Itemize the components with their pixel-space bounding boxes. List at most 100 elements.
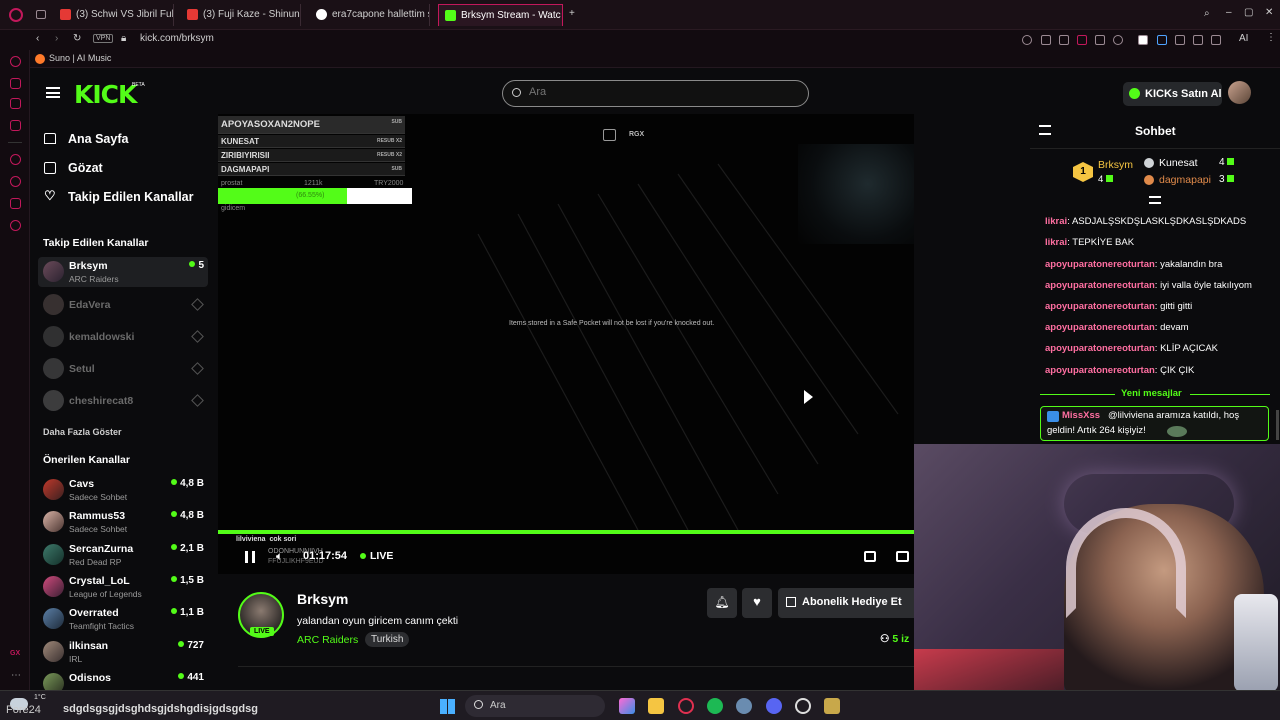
pause-button[interactable]	[245, 551, 255, 563]
zoom-icon[interactable]	[1022, 35, 1032, 45]
browser-tab-4-active[interactable]: Brksym Stream - Watc	[438, 4, 563, 26]
popout-icon[interactable]	[603, 129, 616, 141]
home-icon	[44, 133, 56, 144]
recommended-channel-cavs[interactable]: Cavs Sadece Sohbet 4,8 B	[38, 475, 208, 505]
extension-2-icon[interactable]	[1157, 35, 1167, 45]
taskbar-search[interactable]: Ara	[465, 695, 605, 717]
recommended-channel-ilkinsan[interactable]: ilkinsan IRL 727	[38, 637, 208, 667]
expand-gifters-icon[interactable]	[1149, 196, 1161, 204]
followed-channel-cheshirecat8[interactable]: cheshirecat8	[38, 386, 208, 416]
followed-channel-kemaldowski[interactable]: kemaldowski	[38, 322, 208, 352]
back-icon[interactable]: ‹	[36, 33, 39, 44]
sidebar-gx-icon[interactable]: GX	[10, 650, 20, 657]
follow-heart-button[interactable]: ♥	[742, 588, 772, 618]
avatar	[43, 608, 64, 629]
chat-username[interactable]: likrai	[1045, 237, 1067, 248]
close-window-button[interactable]: ✕	[1265, 7, 1273, 18]
notification-bell-button[interactable]: 🔔︎	[707, 588, 737, 618]
show-more-link[interactable]: Daha Fazla Göster	[43, 427, 122, 437]
recommended-channel-sercanzurna[interactable]: SercanZurna Red Dead RP 2,1 B	[38, 540, 208, 570]
sidebar-history-icon[interactable]	[10, 176, 21, 187]
sidebar-player-icon[interactable]	[10, 154, 21, 165]
gift-sub-button[interactable]: Abonelik Hediye Et	[778, 588, 918, 618]
reload-icon[interactable]: ↻	[73, 33, 81, 44]
followed-channel-brksym[interactable]: Brksym ARC Raiders 5	[38, 257, 208, 287]
search-tabs-icon[interactable]: ⌕	[1204, 8, 1210, 19]
copilot-icon[interactable]	[619, 698, 635, 714]
heart-outline-icon[interactable]	[1113, 35, 1123, 45]
buy-kicks-button[interactable]: KICKs Satın Al	[1123, 82, 1222, 106]
top-gifter-1[interactable]: 1 Brksym 4	[1073, 159, 1138, 189]
new-tab-button[interactable]: +	[569, 8, 575, 19]
recommended-channel-odisnos[interactable]: Odisnos 441	[38, 669, 208, 690]
chat-username[interactable]: apoyuparatonereoturtan	[1045, 365, 1155, 376]
chat-username[interactable]: apoyuparatonereoturtan	[1045, 301, 1155, 312]
browser-tab-1[interactable]: (3) Schwi VS Jibril Full Fig	[54, 4, 174, 26]
sidebar-bag-icon[interactable]	[10, 78, 21, 89]
sidebar-home-icon[interactable]	[10, 56, 21, 67]
chat-username[interactable]: apoyuparatonereoturtan	[1045, 280, 1155, 291]
top-gifter-3[interactable]: dagmapapi 3	[1144, 174, 1244, 188]
vpn-badge[interactable]: VPN	[93, 34, 114, 43]
chat-username[interactable]: apoyuparatonereoturtan	[1045, 322, 1155, 333]
viewer-count: 727	[178, 640, 204, 651]
windows-start-icon[interactable]	[440, 699, 455, 714]
sidebar-game-icon[interactable]	[10, 98, 21, 109]
opera-gx-taskbar-icon[interactable]	[678, 698, 694, 714]
search-input[interactable]	[529, 86, 789, 98]
shield-icon[interactable]	[1077, 35, 1087, 45]
user-avatar[interactable]	[1228, 81, 1251, 104]
collapse-chat-icon[interactable]	[1039, 125, 1051, 135]
pinned-username[interactable]: MissXss	[1062, 410, 1100, 421]
snapshot-icon[interactable]	[1193, 35, 1203, 45]
search-box[interactable]	[502, 80, 809, 107]
recommended-channel-crystal-lol[interactable]: Crystal_LoL League of Legends 1,5 B	[38, 572, 208, 602]
chat-scrollbar[interactable]	[1276, 410, 1279, 440]
channel-live-badge: LIVE	[250, 627, 274, 636]
sidebar-messenger-icon[interactable]	[10, 120, 21, 131]
stream-category-link[interactable]: ARC Raiders	[297, 634, 358, 646]
top-gifter-2[interactable]: Kunesat 4	[1144, 157, 1244, 171]
maximize-button[interactable]: ▢	[1244, 7, 1253, 18]
discord-icon[interactable]	[766, 698, 782, 714]
hamburger-menu-icon[interactable]	[46, 87, 60, 98]
pin-icon[interactable]	[1041, 35, 1051, 45]
chat-username[interactable]: apoyuparatonereoturtan	[1045, 343, 1155, 354]
extension-1-icon[interactable]	[1138, 35, 1148, 45]
followed-channel-setul[interactable]: Setul	[38, 354, 208, 384]
chat-username[interactable]: apoyuparatonereoturtan	[1045, 259, 1155, 270]
forward-icon[interactable]: ›	[55, 33, 58, 44]
download-icon[interactable]	[1211, 35, 1221, 45]
file-explorer-icon[interactable]	[648, 698, 664, 714]
play-icon[interactable]	[1095, 35, 1105, 45]
league-icon[interactable]	[824, 698, 840, 714]
menu-icon[interactable]: ⋮	[1266, 32, 1276, 43]
theater-mode-icon[interactable]	[864, 551, 876, 562]
kick-logo[interactable]: KICK	[74, 80, 137, 109]
browser-tab-2[interactable]: (3) Fuji Kaze - Shinunoga	[181, 4, 301, 26]
chat-username[interactable]: likrai	[1045, 216, 1067, 227]
tab-workspaces-icon[interactable]	[36, 10, 46, 19]
extensions-icon[interactable]	[1175, 35, 1185, 45]
stream-channel-name[interactable]: Brksym	[297, 591, 348, 607]
browser-tab-3[interactable]: era7capone hallettim şark	[310, 4, 430, 26]
stream-language-tag[interactable]: Turkish	[365, 632, 410, 647]
recommended-channel-rammus53[interactable]: Rammus53 Sadece Sohbet 4,8 B	[38, 507, 208, 537]
opera-logo-icon[interactable]	[9, 8, 23, 22]
followed-channel-edavera[interactable]: EdaVera	[38, 290, 208, 320]
obs-icon[interactable]	[795, 698, 811, 714]
camera-icon[interactable]	[1059, 35, 1069, 45]
pip-icon[interactable]	[896, 551, 909, 562]
recommended-channel-overrated[interactable]: Overrated Teamfight Tactics 1,1 B	[38, 604, 208, 634]
volume-icon[interactable]: 🔈︎	[276, 549, 283, 564]
url-field[interactable]: kick.com/brksym	[140, 33, 214, 44]
sidebar-more-icon[interactable]: ⋯	[11, 670, 21, 681]
aria-ai-button[interactable]: AI	[1239, 33, 1248, 44]
sidebar-settings-icon[interactable]	[10, 220, 21, 231]
spotify-icon[interactable]	[707, 698, 723, 714]
bookmark-suno[interactable]: Suno | AI Music	[49, 53, 111, 63]
steam-icon[interactable]	[736, 698, 752, 714]
minimize-button[interactable]: –	[1226, 7, 1232, 18]
gifter-count: 4	[1219, 157, 1235, 168]
sidebar-extensions-icon[interactable]	[10, 198, 21, 209]
